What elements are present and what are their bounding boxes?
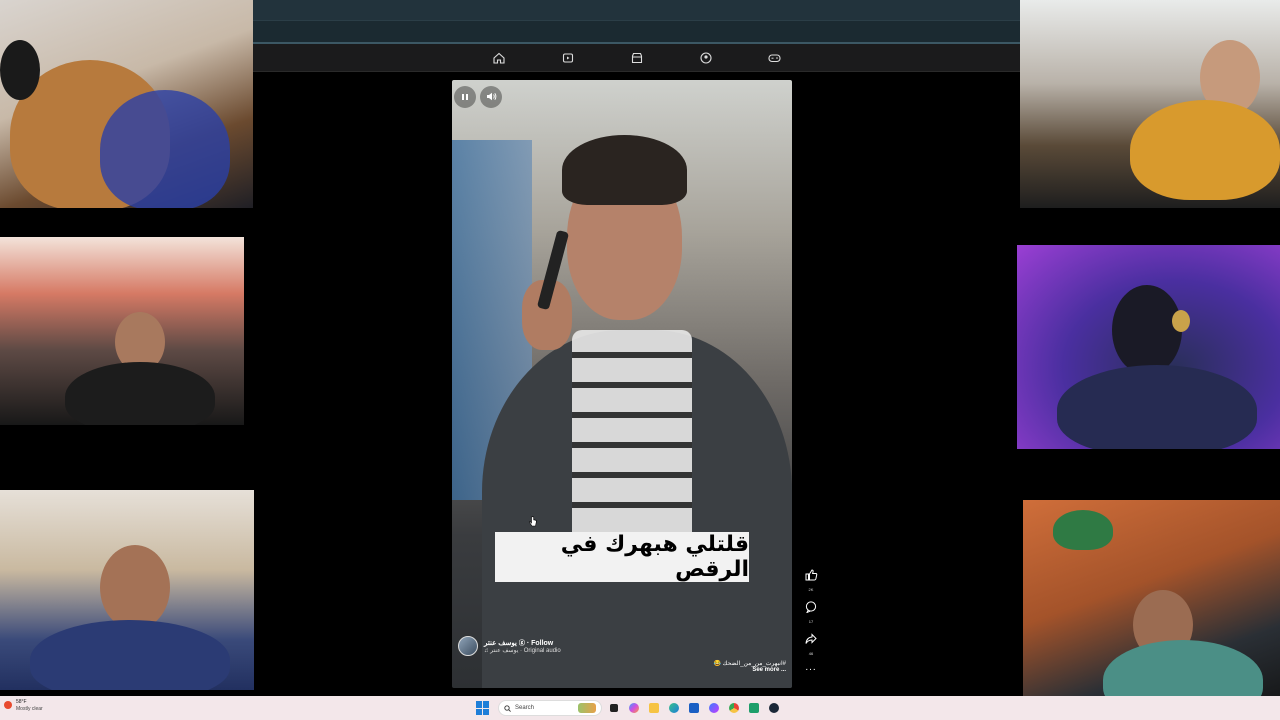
audio-line[interactable]: ♫ يوسف عنتر · Original audio <box>484 647 561 654</box>
weather-temp: 58°F <box>16 699 27 705</box>
search-icon <box>504 699 511 717</box>
avatar[interactable] <box>458 636 478 656</box>
mute-button[interactable] <box>480 86 502 108</box>
reel-action-rail: 2K 17 46 ... <box>800 568 822 696</box>
browser-address-bar <box>253 20 1020 42</box>
reel-video-player[interactable]: قلتلي هبهرك في الرقص يوسف عنتر ⓖ · Follo… <box>452 80 792 688</box>
taskbar-center: Search <box>476 698 782 718</box>
more-options-button[interactable]: ... <box>805 662 817 696</box>
store-icon[interactable] <box>686 700 702 716</box>
messenger-icon[interactable] <box>706 700 722 716</box>
webcam-tile-right-middle <box>1017 245 1280 449</box>
webcam-tile-bottom-right <box>1023 500 1280 720</box>
webcam-tile-top-right <box>1020 0 1280 208</box>
groups-icon[interactable] <box>697 49 714 66</box>
share-button[interactable]: 46 <box>805 632 817 664</box>
follow-button[interactable]: · Follow <box>527 640 553 647</box>
pause-button[interactable] <box>454 86 476 108</box>
windows-start-icon[interactable] <box>476 701 490 715</box>
webcam-tile-left-middle <box>0 237 244 425</box>
music-note-icon: ♫ <box>484 648 489 654</box>
share-icon <box>805 632 817 650</box>
video-icon[interactable] <box>559 49 576 66</box>
taskbar-search[interactable]: Search <box>498 700 602 716</box>
gaming-icon[interactable] <box>766 49 783 66</box>
search-placeholder: Search <box>515 705 535 711</box>
author-name[interactable]: يوسف عنتر <box>484 640 517 647</box>
video-subject-hair <box>562 135 687 205</box>
weather-condition: Mostly clear <box>16 706 43 712</box>
author-line: يوسف عنتر ⓖ · Follow <box>484 638 561 647</box>
home-icon[interactable] <box>490 49 507 66</box>
webcam-tile-bottom-left <box>0 490 254 690</box>
like-count: 2K <box>808 587 814 592</box>
search-highlight-icon <box>578 703 596 713</box>
steam-icon[interactable] <box>766 700 782 716</box>
audio-label: يوسف عنتر · Original audio <box>490 648 561 654</box>
screen: قلتلي هبهرك في الرقص يوسف عنتر ⓖ · Follo… <box>0 0 1280 720</box>
weather-widget[interactable]: 58°F Mostly clear <box>4 699 43 713</box>
pause-icon <box>461 88 469 106</box>
thumbs-up-icon <box>805 568 818 586</box>
task-view-icon[interactable] <box>606 700 622 716</box>
reel-author[interactable]: يوسف عنتر ⓖ · Follow ♫ يوسف عنتر · Origi… <box>458 636 561 656</box>
comment-button[interactable]: 17 <box>805 600 817 632</box>
browser-title-bar <box>253 0 1020 20</box>
webcam-tile-top-left <box>0 0 253 208</box>
reel-description: #انبهرت_من_من_الضحك 😂 See more ... <box>713 660 786 673</box>
chrome-icon[interactable] <box>726 700 742 716</box>
weather-icon <box>4 701 12 709</box>
facebook-top-nav <box>253 44 1020 72</box>
like-button[interactable]: 2K <box>805 568 818 600</box>
marketplace-icon[interactable] <box>628 49 645 66</box>
edge-icon[interactable] <box>666 700 682 716</box>
hashtag-link[interactable]: #انبهرت_من_من_الضحك 😂 <box>713 660 786 667</box>
speaker-icon <box>486 88 497 106</box>
file-explorer-icon[interactable] <box>646 700 662 716</box>
app-icon-green[interactable] <box>746 700 762 716</box>
share-count: 46 <box>808 651 814 656</box>
copilot-icon[interactable] <box>626 700 642 716</box>
mouse-cursor-icon <box>529 514 537 532</box>
windows-taskbar: 58°F Mostly clear Search <box>0 696 1280 720</box>
comment-count: 17 <box>808 619 814 624</box>
more-options-icon: ... <box>805 662 817 673</box>
comment-icon <box>805 600 817 618</box>
video-caption: قلتلي هبهرك في الرقص <box>495 532 749 582</box>
see-more-link[interactable]: See more ... <box>713 667 786 673</box>
video-subject-scarf <box>572 330 692 550</box>
